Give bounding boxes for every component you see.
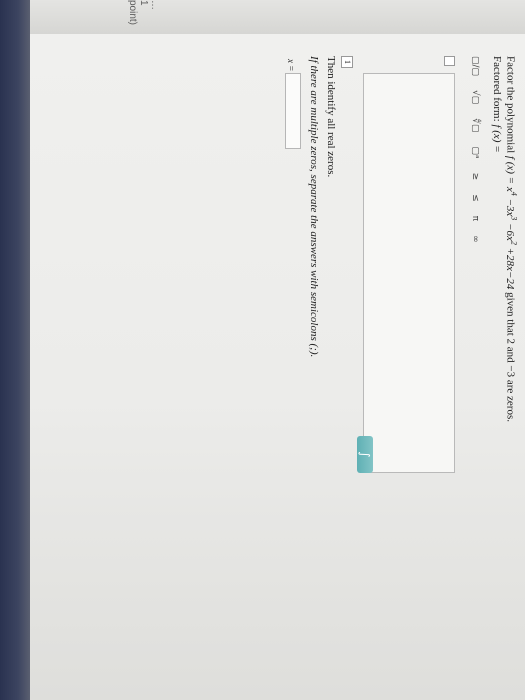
problem-statement: Factor the polynomial f (x) = x4 −3x3 −6… [504, 56, 519, 422]
function-name: f (x) = [504, 155, 517, 185]
zeros-input[interactable] [285, 73, 301, 149]
background-edge [0, 0, 30, 700]
keyboard-icon: ∫ [358, 451, 372, 458]
header-fragment: … 1 point) [127, 0, 160, 26]
step-badge: 1 [341, 56, 353, 68]
factored-function-label: f (x) = [491, 124, 503, 153]
keyboard-button[interactable]: ∫ [357, 436, 373, 473]
math-toolbar: ▢/▢ √▢ ∜▢ ▢ᵃ ≥ ≤ π ∞ [467, 56, 483, 478]
fraction-tool[interactable]: ▢/▢ [470, 56, 480, 76]
factored-form-row: Factored form: f (x) = [491, 56, 503, 153]
screen-page: Factor the polynomial f (x) = x4 −3x3 −6… [30, 28, 525, 700]
zeros-label: x = [286, 59, 296, 72]
problem-prefix: Factor the polynomial [504, 56, 517, 154]
nthroot-tool[interactable]: ∜▢ [470, 118, 480, 132]
factored-answer-input[interactable] [363, 73, 455, 473]
problem-suffix: given that 2 and −3 are zeros. [504, 292, 517, 422]
factored-label: Factored form: [491, 56, 503, 122]
answer-field-marker[interactable] [444, 56, 455, 66]
sqrt-tool[interactable]: √▢ [470, 90, 480, 104]
pi-tool[interactable]: π [470, 216, 480, 221]
infinity-tool[interactable]: ∞ [470, 235, 480, 243]
top-strip: … 1 point) [30, 0, 525, 34]
content-area: Factor the polynomial f (x) = x4 −3x3 −6… [30, 28, 525, 700]
geq-tool[interactable]: ≥ [470, 173, 480, 181]
term-exp4: 4 [510, 191, 519, 196]
term-3x: −3x [504, 198, 517, 217]
leq-tool[interactable]: ≤ [470, 194, 480, 202]
zeros-hint: If there are multiple zeros, separate th… [308, 56, 320, 358]
term-exp3: 3 [510, 216, 519, 221]
zeros-instruction: Then identify all real zeros. [325, 56, 337, 178]
term-28x: +28x−24 [504, 247, 517, 290]
term-6x: −6x [504, 223, 517, 241]
term-exp2: 2 [510, 240, 519, 245]
power-tool[interactable]: ▢ᵃ [470, 147, 480, 159]
